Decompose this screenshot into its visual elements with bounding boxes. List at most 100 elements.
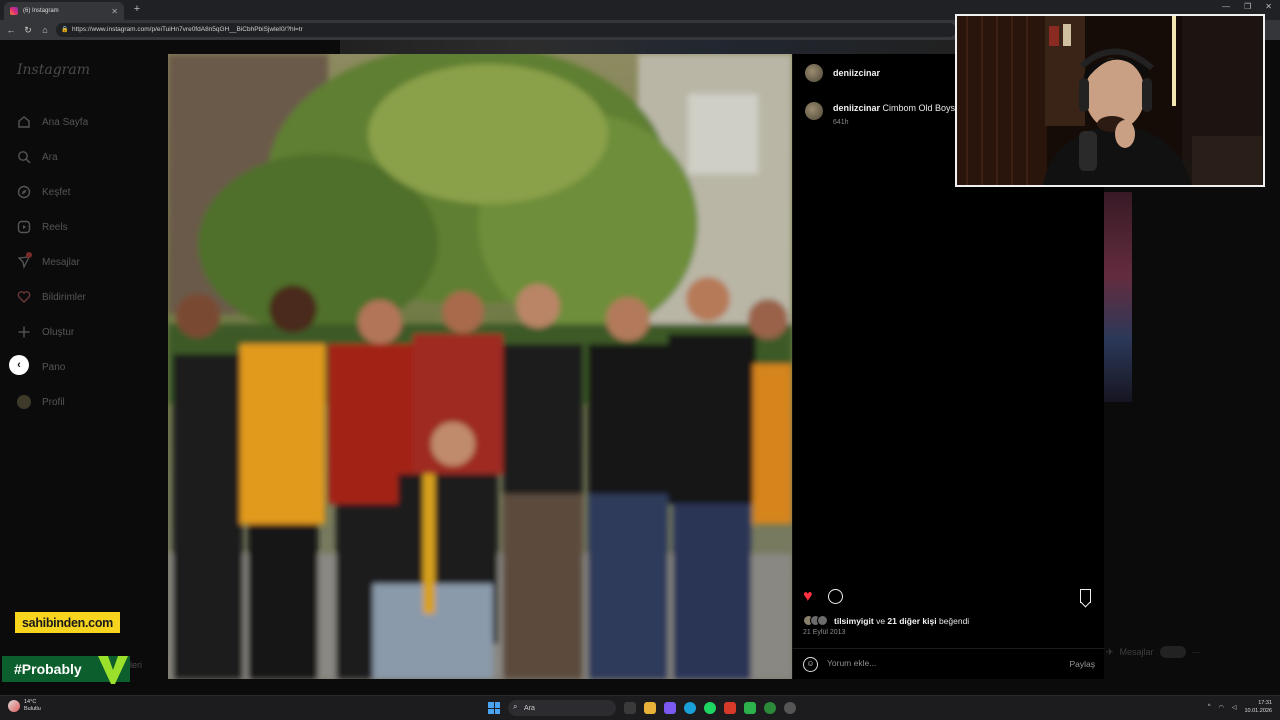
share-button[interactable]: Paylaş xyxy=(1069,659,1095,669)
group-photo-image xyxy=(168,54,792,679)
file-explorer-icon[interactable] xyxy=(644,702,656,714)
sidebar-item-notifications[interactable]: Bildirimler xyxy=(16,287,86,307)
sidebar-item-label: Reels xyxy=(42,221,68,233)
sidebar-item-label: Keşfet xyxy=(42,186,71,198)
close-tab-icon[interactable]: ✕ xyxy=(111,7,118,16)
sidebar-item-search[interactable]: Ara xyxy=(16,147,58,167)
windows-taskbar: 14°C Bulutlu Ara ^ ◠ ◁ 17:31 10. xyxy=(0,695,1280,720)
sidebar-item-create[interactable]: Oluştur xyxy=(16,322,74,342)
likes-suffix: beğendi xyxy=(938,615,970,626)
new-tab-button[interactable]: + xyxy=(130,2,144,16)
maximize-icon[interactable]: ❐ xyxy=(1244,2,1251,11)
url-field[interactable]: 🔒 https://www.instagram.com/p/eiTuiHn7vr… xyxy=(56,23,956,37)
comment-icon[interactable] xyxy=(828,589,843,604)
browser-tab[interactable]: (6) Instagram ✕ xyxy=(4,2,124,20)
app-icon[interactable] xyxy=(784,702,796,714)
taskbar-search[interactable]: Ara xyxy=(508,700,616,716)
bookmark-icon[interactable] xyxy=(1080,589,1091,603)
avatar[interactable] xyxy=(805,102,823,120)
comment-input[interactable]: Yorum ekle... xyxy=(827,658,876,668)
chevron-up-icon[interactable]: ^ xyxy=(1208,704,1211,710)
hashtag-text: #Probably xyxy=(14,661,82,677)
notification-dot xyxy=(26,252,32,258)
background-content-right xyxy=(1104,192,1132,402)
post-header: deniizcinar xyxy=(805,64,880,82)
clock-time: 17:31 xyxy=(1258,700,1272,706)
messages-pill[interactable]: ✈ Mesajlar ··· xyxy=(1106,646,1201,658)
sidebar-item-label: Mesajlar xyxy=(42,256,80,268)
sidebar-item-profile[interactable]: Profil xyxy=(16,392,65,412)
network-icon[interactable]: ◠ xyxy=(1219,704,1224,711)
background-text: leri xyxy=(130,660,143,670)
comment-bar: ☺ Yorum ekle... Paylaş xyxy=(793,648,1105,679)
caption-time: 641h xyxy=(833,119,849,126)
task-view-icon[interactable] xyxy=(624,702,636,714)
whatsapp-icon[interactable] xyxy=(764,702,776,714)
instagram-favicon-icon xyxy=(10,7,18,15)
instagram-logo[interactable]: Instagram xyxy=(17,62,90,78)
caption-text: deniizcinar Cimbom Old Boys xyxy=(833,102,955,115)
sidebar-item-label: Pano xyxy=(42,361,66,373)
v-logo-icon xyxy=(98,656,128,684)
site-info-icon[interactable]: 🔒 xyxy=(61,23,68,37)
sidebar-item-label: Oluştur xyxy=(42,326,75,338)
more-icon: ··· xyxy=(1191,647,1201,657)
weather-temp: 14°C xyxy=(24,699,37,705)
post-username[interactable]: deniizcinar xyxy=(833,68,880,78)
like-heart-icon[interactable]: ♥ xyxy=(803,588,813,606)
windows-start-icon[interactable] xyxy=(488,702,500,714)
clock-date: 10.01.2026 xyxy=(1244,708,1272,714)
edge-icon[interactable] xyxy=(684,702,696,714)
sidebar-item-messages[interactable]: Mesajlar xyxy=(16,252,80,272)
app-icon[interactable] xyxy=(724,702,736,714)
search-icon xyxy=(16,149,32,165)
avatar xyxy=(16,394,32,410)
reload-icon[interactable]: ↻ xyxy=(21,23,35,37)
clock[interactable]: 17:31 10.01.2026 xyxy=(1244,699,1272,715)
background-content-strip xyxy=(340,40,960,54)
close-window-icon[interactable]: ✕ xyxy=(1265,2,1272,11)
app-icon[interactable] xyxy=(664,702,676,714)
tab-title: (6) Instagram xyxy=(23,8,59,14)
chevron-left-icon: ‹ xyxy=(17,359,21,371)
liked-by-user[interactable]: tilsimyigit xyxy=(834,616,874,626)
previous-post-button[interactable]: ‹ xyxy=(9,355,29,375)
heart-icon xyxy=(16,289,32,305)
sidebar-item-label: Bildirimler xyxy=(42,291,86,303)
messages-label: Mesajlar xyxy=(1119,647,1154,657)
minimize-icon[interactable]: — xyxy=(1222,2,1230,11)
likes-connector: ve xyxy=(876,615,886,626)
likes-others-link[interactable]: 21 diğer kişi xyxy=(887,616,936,626)
system-tray: ^ ◠ ◁ 17:31 10.01.2026 xyxy=(1208,699,1272,715)
streamer-webcam-image xyxy=(957,16,1263,185)
caption-username[interactable]: deniizcinar xyxy=(833,103,880,113)
taskbar-apps: Ara xyxy=(488,700,796,716)
avatar xyxy=(1159,646,1186,658)
avatar[interactable] xyxy=(805,64,823,82)
taskbar-search-label: Ara xyxy=(524,704,535,712)
screen: (6) Instagram ✕ + — ❐ ✕ ← ↻ ⌂ 🔒 https://… xyxy=(0,0,1280,720)
home-icon xyxy=(16,114,32,130)
post-actions: ♥ xyxy=(803,588,1099,606)
sidebar-item-label: Ara xyxy=(42,151,58,163)
reels-icon xyxy=(16,219,32,235)
sidebar-item-reels[interactable]: Reels xyxy=(16,217,68,237)
spotify-icon[interactable] xyxy=(704,702,716,714)
url-text: https://www.instagram.com/p/eiTuiHn7vre0… xyxy=(72,26,303,33)
sponsor-banner: sahibinden.com xyxy=(15,612,120,633)
weather-icon xyxy=(8,700,20,712)
app-icon[interactable] xyxy=(744,702,756,714)
emoji-icon[interactable]: ☺ xyxy=(803,657,818,672)
compass-icon xyxy=(16,184,32,200)
sidebar-item-label: Ana Sayfa xyxy=(42,116,89,128)
messenger-icon: ✈ xyxy=(1106,646,1114,657)
post-photo[interactable] xyxy=(168,54,792,679)
sidebar-item-explore[interactable]: Keşfet xyxy=(16,182,70,202)
webcam-overlay xyxy=(955,14,1265,187)
liker-avatars xyxy=(803,615,828,626)
weather-widget[interactable]: 14°C Bulutlu xyxy=(8,699,41,713)
home-browser-icon[interactable]: ⌂ xyxy=(38,23,52,37)
back-icon[interactable]: ← xyxy=(4,23,18,37)
sidebar-item-home[interactable]: Ana Sayfa xyxy=(16,112,88,132)
volume-icon[interactable]: ◁ xyxy=(1232,704,1237,711)
